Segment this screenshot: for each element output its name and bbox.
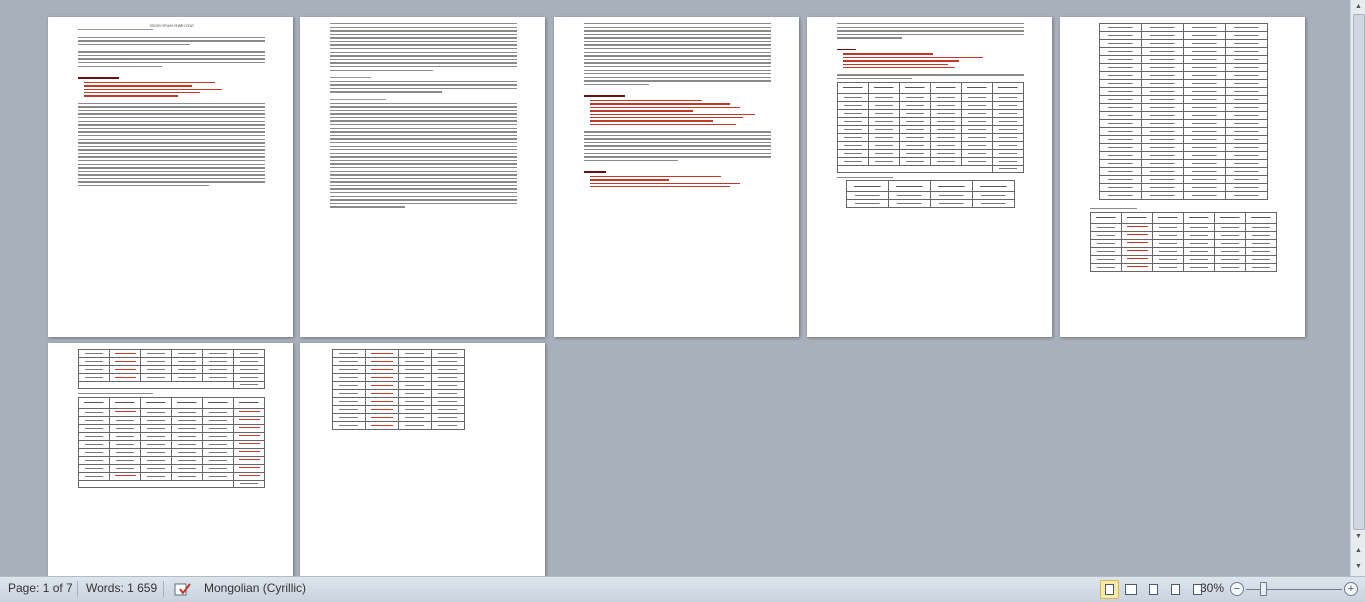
full-screen-reading-button[interactable] <box>1122 580 1141 599</box>
cost-table-continued <box>1099 23 1268 200</box>
document-page-7[interactable] <box>300 343 545 576</box>
scroll-thumb[interactable] <box>1353 14 1365 530</box>
document-page-3[interactable] <box>554 17 799 337</box>
web-layout-view-button[interactable] <box>1144 580 1163 599</box>
zoom-slider-thumb[interactable] <box>1260 582 1267 596</box>
web-layout-icon <box>1149 584 1158 595</box>
equipment-table <box>1090 211 1277 272</box>
outline-view-button[interactable] <box>1166 580 1185 599</box>
document-page-4[interactable] <box>807 17 1052 337</box>
software-table <box>78 396 265 488</box>
language-indicator[interactable]: Mongolian (Cyrillic) <box>204 577 306 602</box>
proofing-icon[interactable] <box>174 582 192 597</box>
print-layout-icon <box>1105 584 1114 595</box>
document-page-1[interactable]: ТӨСӨЛ ОРЧИН ҮЕИЙН ҮЗЭЛ <box>48 17 293 337</box>
document-page-5[interactable] <box>1060 17 1305 337</box>
materials-table <box>332 349 465 430</box>
page-count[interactable]: Page: 1 of 7 <box>8 577 73 602</box>
document-page-2[interactable] <box>300 17 545 337</box>
budget-table <box>837 81 1024 173</box>
document-workspace[interactable]: ТӨСӨЛ ОРЧИН ҮЕИЙН ҮЗЭЛ <box>0 0 1350 576</box>
zoom-level[interactable]: 30% <box>1198 577 1224 602</box>
equipment-table-continued <box>78 349 265 389</box>
previous-page-icon[interactable]: ▲ <box>1351 544 1365 557</box>
print-layout-view-button[interactable] <box>1100 580 1119 599</box>
scroll-up-icon[interactable]: ▲ <box>1351 0 1365 13</box>
cost-table <box>846 180 1015 209</box>
full-screen-reading-icon <box>1125 584 1137 595</box>
vertical-scrollbar[interactable]: ▲ ▼ ▲ ▼ <box>1350 0 1365 576</box>
outline-icon <box>1171 584 1180 595</box>
scroll-down-icon[interactable]: ▼ <box>1351 530 1365 543</box>
status-bar: Page: 1 of 7 Words: 1 659 Mongolian (Cyr… <box>0 576 1365 602</box>
word-count[interactable]: Words: 1 659 <box>86 577 157 602</box>
zoom-in-button[interactable]: + <box>1344 582 1358 596</box>
next-page-icon[interactable]: ▼ <box>1351 560 1365 573</box>
zoom-out-button[interactable]: − <box>1230 582 1244 596</box>
document-page-6[interactable] <box>48 343 293 576</box>
